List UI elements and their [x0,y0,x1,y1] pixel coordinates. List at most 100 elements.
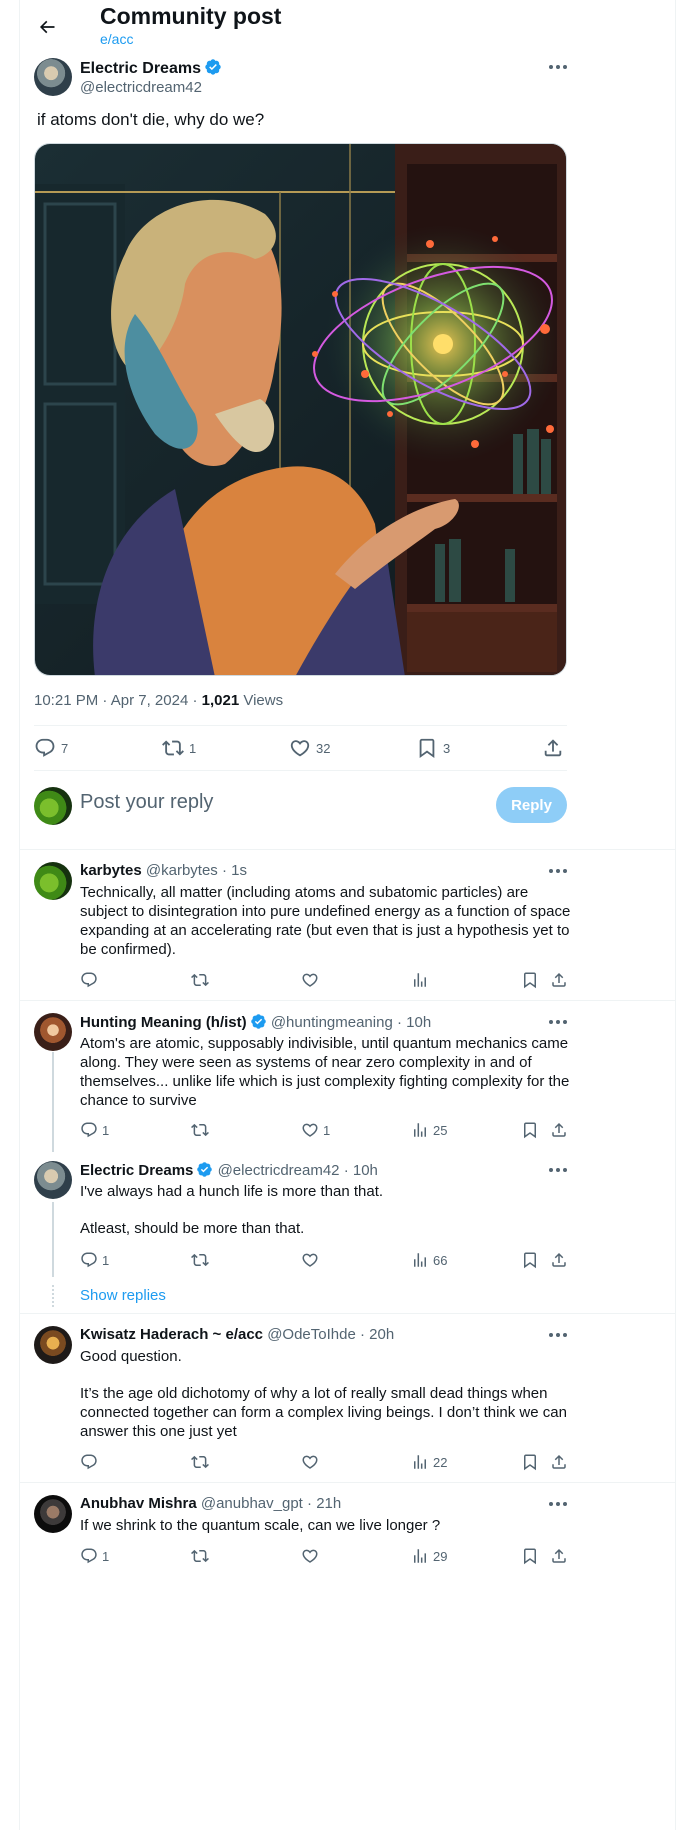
show-replies-link[interactable]: Show replies [80,1287,166,1304]
bookmark-button[interactable] [521,1452,539,1472]
more-button[interactable] [545,57,571,77]
reply-text: Good question. It’s the age old dichotom… [80,1348,567,1440]
reply-button[interactable] [80,970,102,990]
divider [20,1313,675,1314]
reply-author-name[interactable]: Electric Dreams [80,1162,193,1179]
reply-time[interactable]: 10h [406,1014,431,1031]
reply-icon [81,1122,97,1138]
bookmark-icon [524,1122,536,1139]
repost-icon [162,740,184,756]
reply-time[interactable]: 10h [353,1162,378,1179]
post-date[interactable]: Apr 7, 2024 [111,692,189,709]
reply-author-handle[interactable]: @huntingmeaning [271,1014,393,1031]
more-button[interactable] [545,1494,571,1514]
reply-author-name[interactable]: Kwisatz Haderach ~ e/acc [80,1326,263,1343]
more-button[interactable] [545,1325,571,1345]
bookmark-icon [524,1454,536,1471]
share-button[interactable] [550,1120,568,1140]
reply-author-name[interactable]: karbytes [80,862,142,879]
back-button[interactable] [30,10,64,44]
reply-input[interactable]: Post your reply [80,791,213,814]
reply-item[interactable]: Electric Dreams @electricdream42 · 10h I… [20,1161,675,1281]
repost-button[interactable] [191,1452,213,1472]
share-button[interactable] [550,970,568,990]
divider [20,1482,675,1483]
share-button[interactable] [550,1546,568,1566]
more-button[interactable] [545,861,571,881]
reply-item[interactable]: Hunting Meaning (h/ist) @huntingmeaning … [20,1013,675,1141]
repost-button[interactable] [191,970,213,990]
views-icon [414,1253,426,1267]
reply-item[interactable]: Anubhav Mishra @anubhav_gpt · 21h If we … [20,1495,675,1575]
reply-author-handle[interactable]: @anubhav_gpt [201,1495,303,1512]
like-button[interactable] [301,970,323,990]
like-button[interactable]: 1 [301,1120,330,1140]
avatar[interactable] [34,862,72,900]
share-button[interactable] [542,735,564,761]
reply-author-handle[interactable]: @karbytes [146,862,218,879]
avatar[interactable] [34,1161,72,1199]
reply-author-name[interactable]: Hunting Meaning (h/ist) [80,1014,247,1031]
repost-button[interactable] [191,1546,213,1566]
repost-icon [191,1549,209,1563]
avatar[interactable] [34,1326,72,1364]
repost-button[interactable] [191,1120,213,1140]
reply-action-bar: 1 1 25 [80,1120,570,1140]
views-button[interactable]: 22 [411,1452,447,1472]
author-handle[interactable]: @electricdream42 [80,79,222,96]
reply-item[interactable]: Kwisatz Haderach ~ e/acc @OdeToIhde · 20… [20,1326,675,1476]
reply-submit-button[interactable]: Reply [496,787,567,823]
views-button[interactable] [411,970,433,990]
bookmark-button[interactable] [521,1250,539,1270]
repost-button[interactable] [191,1250,213,1270]
reply-time[interactable]: 1s [231,862,247,879]
share-icon [552,1548,566,1563]
reply-header: Hunting Meaning (h/ist) @huntingmeaning … [80,1014,432,1031]
like-button[interactable]: 32 [289,735,330,761]
post-time[interactable]: 10:21 PM [34,692,98,709]
like-button[interactable] [301,1546,323,1566]
more-button[interactable] [545,1160,571,1180]
author-name[interactable]: Electric Dreams [80,60,201,77]
views-button[interactable]: 66 [411,1250,447,1270]
reply-button[interactable]: 1 [80,1120,109,1140]
reply-author-handle[interactable]: @electricdream42 [218,1162,340,1179]
avatar [34,787,72,825]
share-icon [552,972,566,987]
views-count: 1,021 [201,692,240,709]
like-icon [302,1455,318,1469]
reply-author-handle[interactable]: @OdeToIhde [267,1326,356,1343]
reply-item[interactable]: karbytes @karbytes · 1s Technically, all… [20,862,675,1000]
like-button[interactable] [301,1452,323,1472]
avatar[interactable] [34,1495,72,1533]
like-button[interactable] [301,1250,323,1270]
views-button[interactable]: 29 [411,1546,447,1566]
divider [34,725,567,726]
bookmark-button[interactable] [521,1546,539,1566]
reply-icon [81,1548,97,1564]
post-image[interactable] [34,143,567,676]
bookmark-button[interactable] [521,1120,539,1140]
avatar[interactable] [34,1013,72,1051]
reply-time[interactable]: 21h [316,1495,341,1512]
reply-header: Kwisatz Haderach ~ e/acc @OdeToIhde · 20… [80,1326,395,1343]
reply-action-bar: 22 [80,1452,570,1472]
community-link[interactable]: e/acc [100,31,133,47]
reply-author-name[interactable]: Anubhav Mishra [80,1495,197,1512]
share-button[interactable] [550,1452,568,1472]
avatar[interactable] [34,58,72,96]
reply-button[interactable] [80,1452,102,1472]
more-button[interactable] [545,1012,571,1032]
bookmark-button[interactable]: 3 [416,735,450,761]
reply-button[interactable]: 1 [80,1250,109,1270]
reply-time[interactable]: 20h [369,1326,394,1343]
reply-button[interactable]: 7 [34,735,68,761]
views-label: Views [243,692,284,709]
verified-badge-icon [205,59,221,75]
reply-button[interactable]: 1 [80,1546,109,1566]
share-button[interactable] [550,1250,568,1270]
bookmark-button[interactable] [521,970,539,990]
repost-button[interactable]: 1 [162,735,196,761]
views-button[interactable]: 25 [411,1120,447,1140]
reply-header: Electric Dreams @electricdream42 · 10h [80,1162,378,1179]
